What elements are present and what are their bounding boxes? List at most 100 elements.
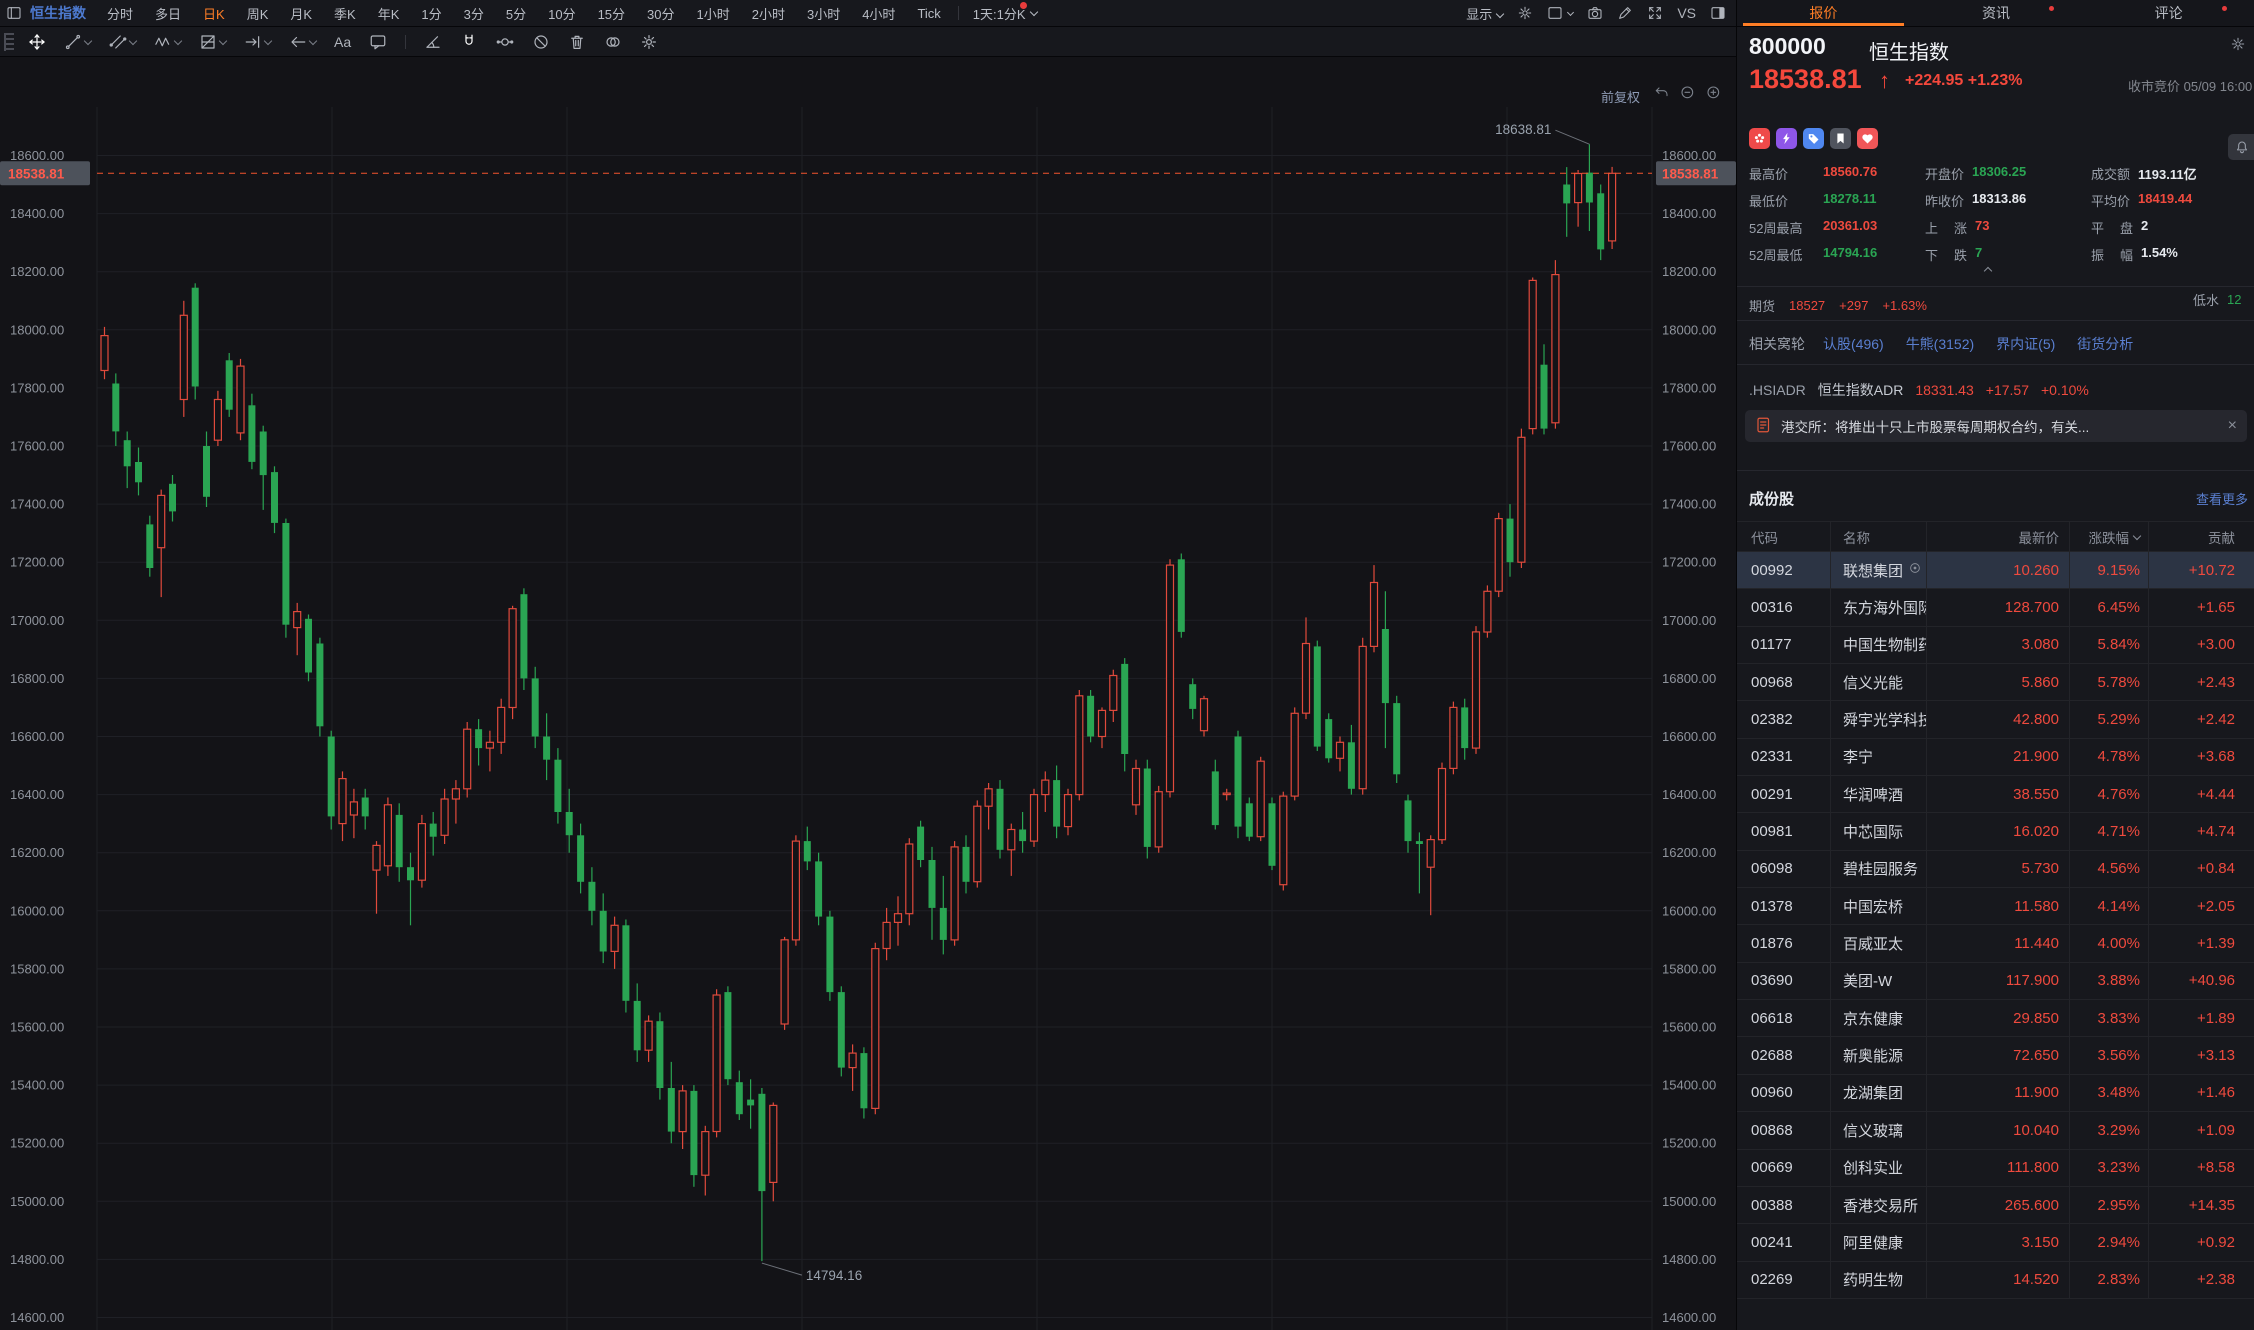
column-header-贡献[interactable]: 贡献 [2149,522,2254,551]
display-dropdown[interactable]: 显示 [1466,4,1503,23]
toolbar-drag-handle[interactable] [4,33,14,51]
table-row-00960[interactable]: 00960龙湖集团11.9003.48%+1.46 [1737,1075,2254,1112]
table-row-00388[interactable]: 00388香港交易所265.6002.95%+14.35 [1737,1187,2254,1224]
channel-icon[interactable] [103,33,142,51]
tab-报价[interactable]: 报价 [1737,0,1910,26]
table-row-00868[interactable]: 00868信义玻璃10.0403.29%+1.09 [1737,1112,2254,1149]
adjust-mode-label[interactable]: 前复权 [1601,87,1640,106]
table-row-01876[interactable]: 01876百威亚太11.4404.00%+1.39 [1737,925,2254,962]
column-header-最新价[interactable]: 最新价 [1927,522,2070,551]
multi-period-selector[interactable]: 1天:1分K [965,4,1041,23]
angle-icon[interactable] [418,33,448,51]
chart-canvas[interactable]: 18600.0018600.0018400.0018400.0018200.00… [0,57,1736,1330]
see-more-link[interactable]: 查看更多 [2196,489,2254,508]
timeframe-15分[interactable]: 15分 [587,4,636,23]
chart-symbol-label[interactable]: 恒生指数 [30,3,86,23]
divider [1737,320,2254,321]
lightning-badge-icon[interactable] [1776,128,1797,149]
comment-icon[interactable] [363,33,393,51]
table-row-00981[interactable]: 00981中芯国际16.0204.71%+4.74 [1737,813,2254,850]
timeframe-3分[interactable]: 3分 [453,4,495,23]
wave-icon[interactable] [148,33,187,51]
trend-line-icon[interactable] [58,33,97,51]
timeframe-月K[interactable]: 月K [279,4,323,23]
table-row-03690[interactable]: 03690美团-W117.9003.88%+40.96 [1737,963,2254,1000]
table-row-02382[interactable]: 02382舜宇光学科技42.8005.29%+2.42 [1737,701,2254,738]
extend-line-icon[interactable] [238,33,277,51]
window-icon[interactable] [6,5,22,21]
settings-icon[interactable] [1517,5,1533,21]
timeframe-2小时[interactable]: 2小时 [741,4,796,23]
timeframe-4小时[interactable]: 4小时 [851,4,906,23]
layout-icon[interactable] [1547,5,1573,21]
draw-icon[interactable] [1617,5,1633,21]
right-panel-toggle-icon[interactable] [1710,5,1726,21]
compare-icon[interactable] [598,33,628,51]
news-ticker[interactable]: 港交所：将推出十只上市股票每周期权合约，有关... × [1745,410,2247,442]
table-row-02269[interactable]: 02269药明生物14.5202.83%+2.38 [1737,1262,2254,1299]
table-row-06618[interactable]: 06618京东健康29.8503.83%+1.89 [1737,1000,2254,1037]
close-icon[interactable]: × [2228,417,2237,435]
table-row-02688[interactable]: 02688新奥能源72.6503.56%+3.13 [1737,1037,2254,1074]
timeframe-日K[interactable]: 日K [192,4,236,23]
timeframe-30分[interactable]: 30分 [636,4,685,23]
quote-settings-icon[interactable] [2230,36,2246,55]
timeframe-3小时[interactable]: 3小时 [796,4,851,23]
arrow-left-icon[interactable] [283,33,322,51]
table-row-00669[interactable]: 00669创科实业111.8003.23%+8.58 [1737,1150,2254,1187]
warrant-link[interactable]: 牛熊(3152) [1906,336,1974,352]
delete-drawings-icon[interactable] [562,33,592,51]
target-icon[interactable] [1908,561,1922,579]
cell-last-price: 14.520 [1927,1262,2070,1298]
zoom-in-icon[interactable] [1706,85,1722,104]
futures-row[interactable]: 期货 18527 +297 +1.63% 低水 12 [1749,290,2254,320]
table-row-06098[interactable]: 06098碧桂园服务5.7304.56%+0.84 [1737,851,2254,888]
undo-icon[interactable] [1654,85,1670,104]
timeframe-周K[interactable]: 周K [236,4,280,23]
quote-panel: 报价资讯评论 800000 恒生指数 18538.81 ↑ +224.95 +1… [1736,0,2254,1330]
timeframe-分时[interactable]: 分时 [96,4,144,23]
hide-drawings-icon[interactable] [526,33,556,51]
timeframe-1小时[interactable]: 1小时 [686,4,741,23]
cursor-move-icon[interactable] [22,33,52,51]
fullscreen-icon[interactable] [1647,5,1663,21]
screenshot-icon[interactable] [1587,5,1603,21]
timeframe-Tick[interactable]: Tick [906,6,951,21]
table-row-00992[interactable]: 00992联想集团10.2609.15%+10.72 [1737,552,2254,589]
heart-badge-icon[interactable] [1857,128,1878,149]
timeframe-多日[interactable]: 多日 [144,4,192,23]
magnet-icon[interactable] [454,33,484,51]
text-tool-icon[interactable]: Aa [328,34,357,50]
bookmark-badge-icon[interactable] [1830,128,1851,149]
settings-icon[interactable] [634,33,664,51]
timeframe-年K[interactable]: 年K [367,4,411,23]
column-header-涨跌幅[interactable]: 涨跌幅 [2070,522,2149,551]
table-row-00241[interactable]: 00241阿里健康3.1502.94%+0.92 [1737,1224,2254,1261]
table-row-02331[interactable]: 02331李宁21.9004.78%+3.68 [1737,739,2254,776]
timeframe-季K[interactable]: 季K [323,4,367,23]
news-icon [1755,416,1773,437]
timeframe-10分[interactable]: 10分 [537,4,586,23]
hk-flag-badge-icon[interactable] [1749,128,1770,149]
warrant-link[interactable]: 认股(496) [1823,336,1884,352]
collapse-stats-icon[interactable] [1984,267,1992,275]
table-row-00291[interactable]: 00291华润啤酒38.5504.76%+4.44 [1737,776,2254,813]
candlestick-chart[interactable]: 18600.0018600.0018400.0018400.0018200.00… [0,57,1736,1330]
tag-badge-icon[interactable] [1803,128,1824,149]
timeframe-5分[interactable]: 5分 [495,4,537,23]
tab-资讯[interactable]: 资讯 [1910,0,2083,26]
table-row-01177[interactable]: 01177中国生物制药3.0805.84%+3.00 [1737,627,2254,664]
vs-compare-button[interactable]: VS [1677,5,1696,21]
warrant-link[interactable]: 界内证(5) [1996,336,2055,352]
continuous-draw-icon[interactable] [490,33,520,51]
fibonacci-icon[interactable] [193,33,232,51]
table-row-01378[interactable]: 01378中国宏桥11.5804.14%+2.05 [1737,888,2254,925]
timeframe-1分[interactable]: 1分 [410,4,452,23]
adr-row[interactable]: .HSIADR 恒生指数ADR 18331.43 +17.57 +0.10% [1749,380,2254,400]
warrant-link[interactable]: 街货分析 [2077,336,2133,352]
table-row-00316[interactable]: 00316东方海外国际128.7006.45%+1.65 [1737,589,2254,626]
table-row-00968[interactable]: 00968信义光能5.8605.78%+2.43 [1737,664,2254,701]
zoom-out-icon[interactable] [1680,85,1696,104]
tab-评论[interactable]: 评论 [2082,0,2254,26]
alert-bell-icon[interactable] [2228,134,2254,160]
